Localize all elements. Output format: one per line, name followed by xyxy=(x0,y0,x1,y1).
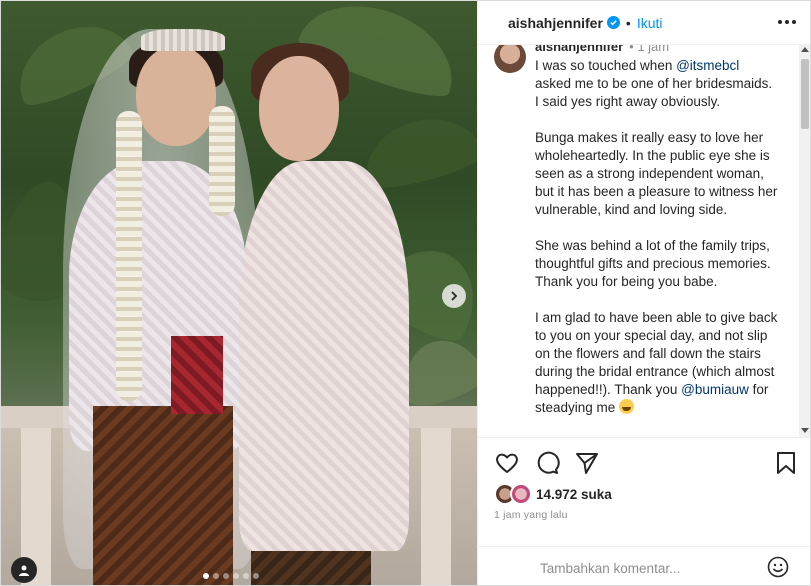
bride-face xyxy=(136,46,216,146)
carousel-dot xyxy=(203,573,209,579)
verified-badge-icon xyxy=(606,16,620,29)
tagged-people-button[interactable] xyxy=(11,557,37,583)
heart-icon[interactable] xyxy=(494,450,520,476)
scrollbar-thumb[interactable] xyxy=(801,59,809,129)
post-photo[interactable] xyxy=(1,1,477,585)
comment-box xyxy=(478,546,810,585)
author-username[interactable]: aishahjennifer xyxy=(508,15,603,31)
caption-paragraph: I was so touched when @itsmebcl asked me… xyxy=(535,58,776,109)
caption-text: I was so touched when @itsmebcl asked me… xyxy=(535,57,779,417)
share-icon[interactable] xyxy=(574,450,600,476)
header-separator: • xyxy=(625,14,631,31)
liker-avatar[interactable] xyxy=(510,483,532,505)
caption-username[interactable]: aishahjennifer xyxy=(535,45,623,54)
jasmine-garland xyxy=(116,111,142,401)
carousel-dot xyxy=(213,573,219,579)
comment-icon[interactable] xyxy=(534,450,560,476)
scroll-down-arrow-icon[interactable] xyxy=(801,428,809,433)
avatar[interactable] xyxy=(494,45,526,73)
caption-scrollbar[interactable] xyxy=(799,45,810,437)
likes-count[interactable]: 14.972 suka xyxy=(536,487,612,502)
mention-link[interactable]: @bumiauw xyxy=(681,382,749,397)
bride-sash xyxy=(171,336,223,414)
carousel-dot xyxy=(243,573,249,579)
post-header: aishahjennifer • Ikuti xyxy=(478,1,810,45)
bride-crown xyxy=(141,29,225,51)
bridesmaid-kebaya xyxy=(239,161,409,551)
bridesmaid-face xyxy=(259,56,339,161)
instagram-post-modal: aishahjennifer • Ikuti aishahjennifer • 1… xyxy=(0,0,811,586)
caption-paragraph: She was behind a lot of the family trips… xyxy=(535,238,775,289)
carousel-dot xyxy=(233,573,239,579)
caption-scroll-area[interactable]: aishahjennifer • 1 jam I was so touched w… xyxy=(478,45,810,437)
caption-time: • 1 jam xyxy=(629,45,670,54)
post-sidebar: aishahjennifer • Ikuti aishahjennifer • 1… xyxy=(477,1,810,585)
post-actions: 14.972 suka 1 jam yang lalu xyxy=(478,437,810,585)
scroll-up-arrow-icon[interactable] xyxy=(801,47,809,52)
tag-person-icon xyxy=(19,565,29,576)
bookmark-icon[interactable] xyxy=(773,450,799,476)
post-timestamp[interactable]: 1 jam yang lalu xyxy=(494,509,568,521)
caption-paragraph: Bunga makes it really easy to love her w… xyxy=(535,130,782,217)
carousel-indicator xyxy=(203,573,259,579)
more-options-icon[interactable] xyxy=(777,14,797,30)
likes-row[interactable]: 14.972 suka xyxy=(494,483,612,505)
comment-input[interactable] xyxy=(538,557,762,579)
emoji-icon[interactable] xyxy=(767,556,789,578)
follow-button[interactable]: Ikuti xyxy=(637,15,663,31)
next-photo-button[interactable] xyxy=(442,284,466,308)
bride-batik-skirt xyxy=(93,406,233,585)
mention-link[interactable]: @itsmebcl xyxy=(676,58,739,73)
caption-header: aishahjennifer • 1 jam xyxy=(535,45,669,54)
carousel-dot xyxy=(253,573,259,579)
grinning-emoji-icon xyxy=(619,399,635,414)
next-arrow-icon xyxy=(451,291,458,301)
carousel-dot xyxy=(223,573,229,579)
caption-paragraph: I am glad to have been able to give back… xyxy=(535,310,782,415)
